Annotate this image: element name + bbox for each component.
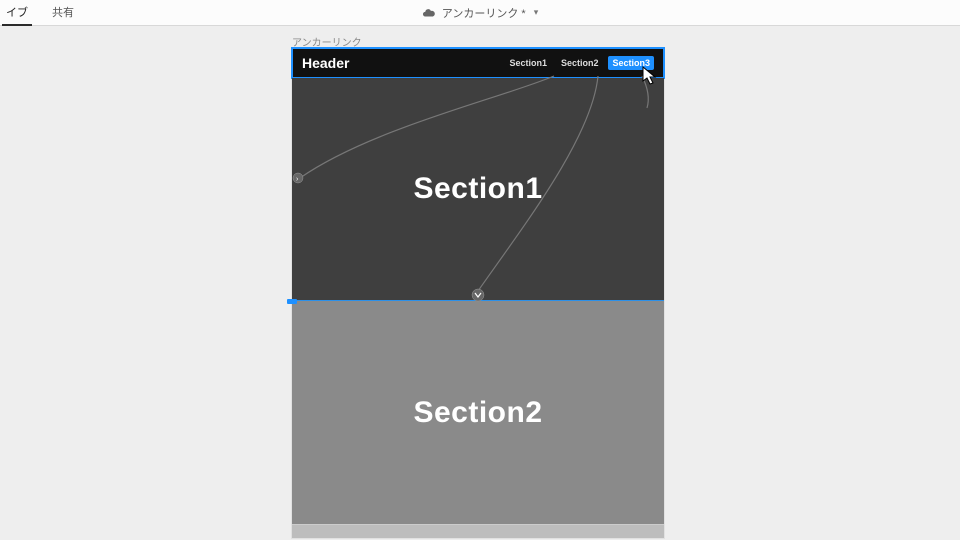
section-2[interactable]: Section2	[292, 301, 664, 525]
nav-link-section3[interactable]: Section3	[608, 56, 654, 70]
section-3-peek[interactable]	[292, 525, 664, 538]
header-title: Header	[302, 55, 349, 71]
document-title: アンカーリンク *	[442, 5, 526, 21]
cloud-icon	[422, 6, 436, 20]
selection-resize-handle[interactable]	[287, 299, 297, 304]
nav-link-section1[interactable]: Section1	[505, 56, 551, 70]
section-2-title: Section2	[413, 396, 542, 430]
chevron-down-icon: ▾	[534, 7, 539, 18]
artboard-name-label[interactable]: アンカーリンク	[292, 34, 362, 49]
design-canvas[interactable]: アンカーリンク Header Section1 Section2 Section…	[0, 26, 960, 540]
artboard[interactable]: Header Section1 Section2 Section3 Sectio…	[292, 48, 664, 538]
header-bar[interactable]: Header Section1 Section2 Section3	[292, 48, 664, 78]
nav-link-section2[interactable]: Section2	[557, 56, 603, 70]
mode-tabs: イブ 共有	[0, 0, 78, 26]
mode-tab-prototype[interactable]: イブ	[2, 0, 32, 26]
app-top-bar: イブ 共有 アンカーリンク * ▾	[0, 0, 960, 26]
mode-tab-share[interactable]: 共有	[48, 0, 78, 26]
section-1[interactable]: Section1	[292, 78, 664, 301]
document-title-dropdown[interactable]: アンカーリンク * ▾	[422, 5, 538, 21]
section-1-title: Section1	[413, 172, 542, 206]
header-nav-links: Section1 Section2 Section3	[505, 56, 654, 70]
